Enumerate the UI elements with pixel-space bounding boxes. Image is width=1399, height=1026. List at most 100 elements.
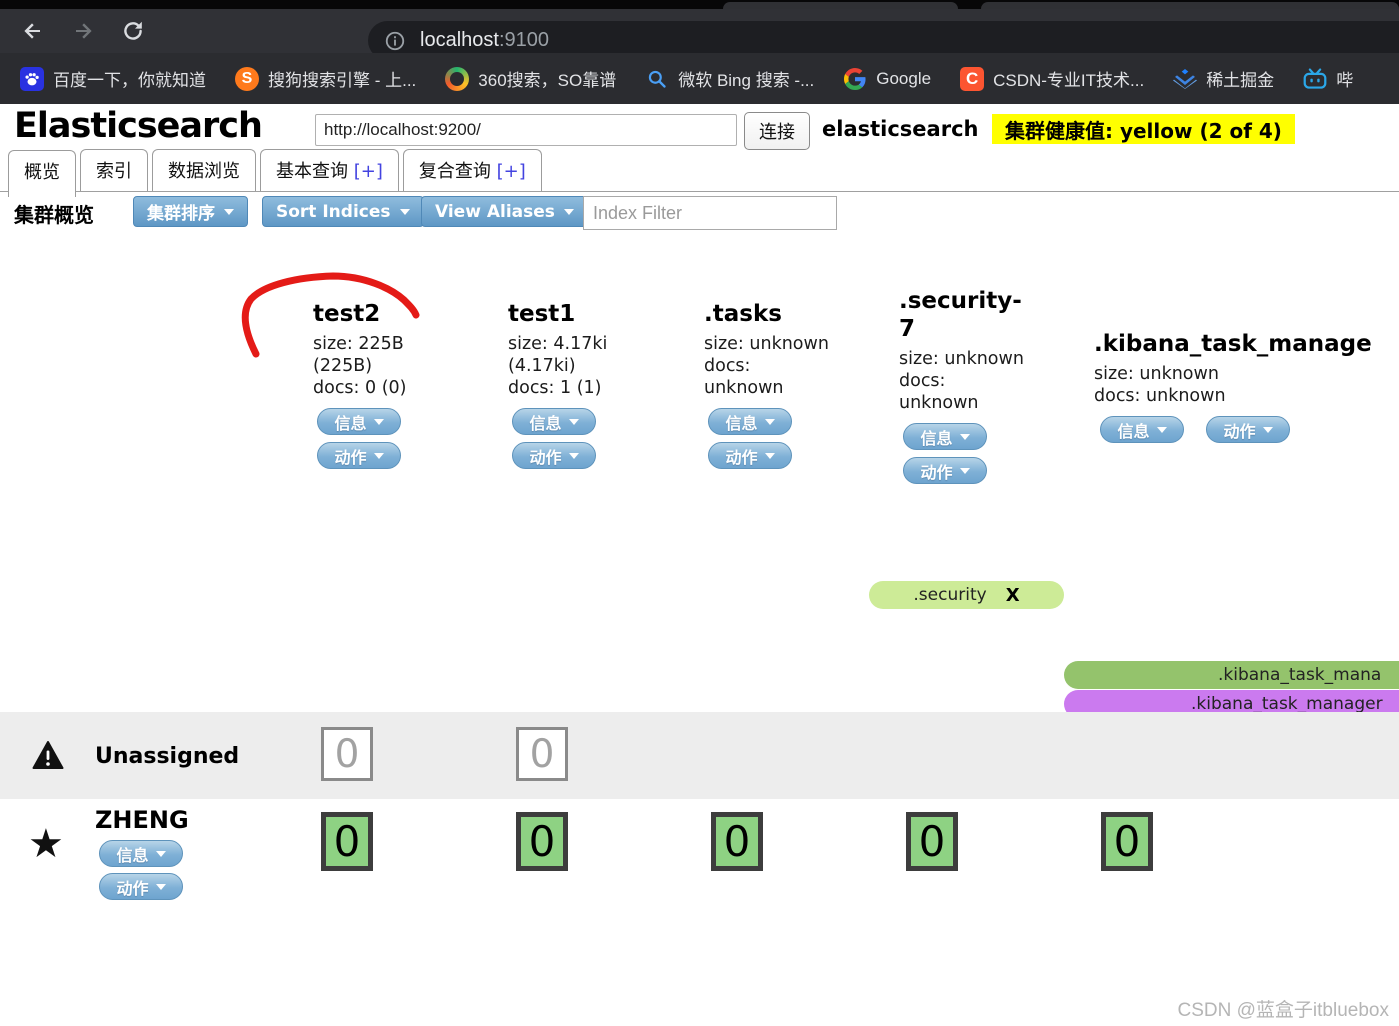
bookmark-label: 百度一下，你就知道 xyxy=(53,71,206,90)
index-size: size: unknown xyxy=(704,334,829,354)
chevron-down-icon xyxy=(399,208,410,215)
info-button[interactable]: 信息 xyxy=(903,423,987,450)
cluster-name: elasticsearch xyxy=(822,117,979,141)
tab-basic-query[interactable]: 基本查询 [+] xyxy=(260,149,399,191)
actions-button[interactable]: 动作 xyxy=(903,457,987,484)
bookmark-label: 搜狗搜索引擎 - 上... xyxy=(268,71,417,90)
unassigned-label: Unassigned xyxy=(95,744,240,769)
chevron-down-icon xyxy=(568,418,579,425)
index-name: .security-7 xyxy=(899,288,1022,342)
shard-box-unassigned[interactable]: 0 xyxy=(516,727,568,781)
shard-box[interactable]: 0 xyxy=(516,812,568,871)
index-card-test1: test1 size: 4.17ki (4.17ki) docs: 1 (1) … xyxy=(508,300,684,476)
forward-icon[interactable] xyxy=(68,16,98,46)
url-host: localhost xyxy=(420,29,499,51)
360-icon xyxy=(445,66,470,91)
chevron-down-icon xyxy=(155,883,166,890)
overview-heading: 集群概览 xyxy=(14,203,94,227)
index-card-security-7: .security-7 size: unknown docs: unknown … xyxy=(899,287,1075,491)
browser-tab[interactable] xyxy=(981,2,1399,9)
index-filter-input[interactable] xyxy=(583,196,837,230)
bing-search-icon xyxy=(645,67,669,91)
endpoint-input[interactable] xyxy=(315,114,737,146)
bookmark-label: CSDN-专业IT技术... xyxy=(993,71,1145,90)
chevron-down-icon xyxy=(373,452,384,459)
index-card-tasks: .tasks size: unknown docs: unknown 信息 动作 xyxy=(704,300,880,476)
elasticsearch-head-page: localhost:9100 百度一下，你就知道 S 搜狗搜索引擎 - 上...… xyxy=(0,0,1399,1026)
node-name: ZHENG xyxy=(95,806,189,834)
index-size: size: unknown xyxy=(1094,364,1219,384)
chevron-down-icon xyxy=(1262,426,1273,433)
alias-pill-kibana-green[interactable]: .kibana_task_mana xyxy=(1064,661,1399,689)
alias-pill-security[interactable]: .security X xyxy=(869,581,1064,609)
bookmarks-bar: 百度一下，你就知道 S 搜狗搜索引擎 - 上... 360搜索，SO靠谱 微软 … xyxy=(0,53,1399,104)
actions-button[interactable]: 动作 xyxy=(512,442,596,469)
reload-icon[interactable] xyxy=(118,16,148,46)
bookmark-google[interactable]: Google xyxy=(843,67,931,91)
shard-box[interactable]: 0 xyxy=(321,812,373,871)
alias-label: .kibana_task_manager xyxy=(1191,694,1383,714)
watermark: CSDN @蓝盒子itbluebox xyxy=(1177,1000,1389,1021)
info-button[interactable]: 信息 xyxy=(512,408,596,435)
juejin-icon xyxy=(1173,67,1198,91)
tab-browser[interactable]: 数据浏览 xyxy=(152,149,256,191)
alias-label: .kibana_task_mana xyxy=(1218,665,1382,685)
connect-button[interactable]: 连接 xyxy=(744,112,810,150)
site-info-icon[interactable] xyxy=(384,30,406,52)
index-name: test1 xyxy=(508,301,576,327)
tab-compound-query[interactable]: 复合查询 [+] xyxy=(402,149,542,191)
info-button[interactable]: 信息 xyxy=(317,408,401,435)
shard-box[interactable]: 0 xyxy=(906,812,958,871)
shard-box[interactable]: 0 xyxy=(711,812,763,871)
index-docs: docs: 1 (1) xyxy=(508,378,602,398)
bookmark-label: 哔 xyxy=(1336,71,1354,90)
baidu-paw-icon xyxy=(20,66,44,91)
bookmark-baidu[interactable]: 百度一下，你就知道 xyxy=(20,66,206,91)
bookmark-bing[interactable]: 微软 Bing 搜索 -... xyxy=(645,66,814,91)
tab-overview[interactable]: 概览 xyxy=(8,150,76,197)
back-icon[interactable] xyxy=(18,16,48,46)
actions-button[interactable]: 动作 xyxy=(317,442,401,469)
chevron-down-icon xyxy=(959,433,970,440)
chevron-down-icon xyxy=(224,208,234,215)
chevron-down-icon xyxy=(563,208,574,215)
bookmark-360[interactable]: 360搜索，SO靠谱 xyxy=(445,66,616,91)
index-card-kibana-task-manager: .kibana_task_manage size: unknown docs: … xyxy=(1094,330,1399,443)
browser-tab[interactable] xyxy=(723,2,958,9)
sort-indices-button[interactable]: Sort Indices xyxy=(262,196,424,227)
index-card-test2: test2 size: 225B (225B) docs: 0 (0) 信息 动… xyxy=(313,300,489,476)
info-button[interactable]: 信息 xyxy=(708,408,792,435)
bilibili-icon xyxy=(1303,67,1327,91)
shard-box-unassigned[interactable]: 0 xyxy=(321,727,373,781)
actions-button[interactable]: 动作 xyxy=(1206,416,1290,443)
browser-tab-strip xyxy=(0,0,1399,9)
shard-box[interactable]: 0 xyxy=(1101,812,1153,871)
close-icon[interactable]: X xyxy=(1006,585,1020,606)
browser-toolbar: localhost:9100 xyxy=(0,9,1399,60)
index-docs: unknown xyxy=(899,393,979,413)
cluster-sort-button[interactable]: 集群排序 xyxy=(133,196,248,227)
chevron-down-icon xyxy=(959,467,970,474)
tab-indices[interactable]: 索引 xyxy=(80,149,148,191)
chevron-down-icon xyxy=(1156,426,1167,433)
star-icon: ★ xyxy=(28,821,64,867)
info-button[interactable]: 信息 xyxy=(1100,416,1184,443)
bookmark-csdn[interactable]: C CSDN-专业IT技术... xyxy=(960,66,1144,91)
bookmark-label: Google xyxy=(876,68,932,88)
alias-label: .security xyxy=(913,585,987,605)
bookmark-juejin[interactable]: 稀土掘金 xyxy=(1173,66,1274,91)
chevron-down-icon xyxy=(155,850,166,857)
bookmark-label: 微软 Bing 搜索 -... xyxy=(678,71,815,90)
actions-button[interactable]: 动作 xyxy=(708,442,792,469)
main-tabs: 概览 索引 数据浏览 基本查询 [+] 复合查询 [+] xyxy=(0,149,1399,197)
warning-icon xyxy=(32,740,64,770)
google-icon xyxy=(843,67,867,91)
chevron-down-icon xyxy=(764,452,775,459)
index-size: size: unknown xyxy=(899,349,1024,369)
sogou-icon: S xyxy=(235,66,259,91)
view-aliases-button[interactable]: View Aliases xyxy=(421,196,588,227)
actions-button[interactable]: 动作 xyxy=(99,873,183,900)
bookmark-sogou[interactable]: S 搜狗搜索引擎 - 上... xyxy=(235,66,416,91)
info-button[interactable]: 信息 xyxy=(99,840,183,867)
bookmark-bilibili[interactable]: 哔 xyxy=(1303,66,1353,91)
